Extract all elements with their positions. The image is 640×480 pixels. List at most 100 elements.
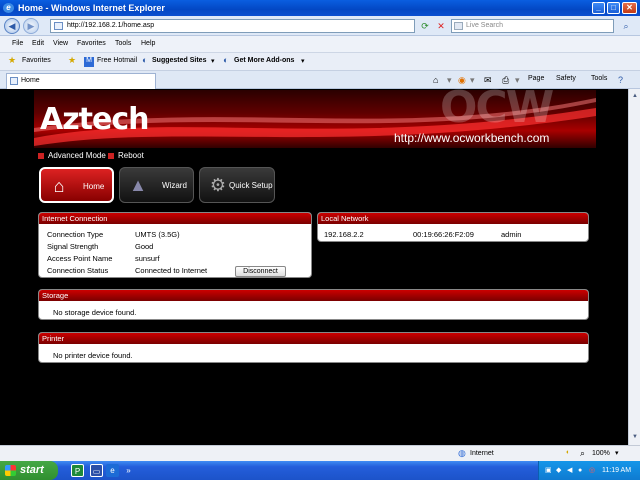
tab-label: Home [21,77,40,84]
quicklaunch-desktop-icon[interactable]: ▭ [90,464,103,477]
tray-network-icon[interactable]: ▣ [545,461,552,480]
zoom-level[interactable]: 100% [592,450,610,457]
apn-value: sunsurf [135,254,160,263]
storage-message: No storage device found. [53,308,137,317]
ie-icon: e [3,3,14,13]
refresh-icon[interactable]: ⟳ [418,19,432,33]
menu-help[interactable]: Help [141,40,155,47]
window-title: Home - Windows Internet Explorer [18,3,165,13]
signal-strength-label: Signal Strength [47,242,99,251]
connection-status-label: Connection Status [47,266,109,275]
panel-title: Storage [39,290,588,301]
quicklaunch-app-icon[interactable]: P [71,464,84,477]
connection-type-label: Connection Type [47,230,104,239]
stop-icon[interactable]: ✕ [434,19,448,33]
watermark-url: http://www.ocworkbench.com [394,131,550,145]
tray-app-icon[interactable]: ● [578,461,582,480]
page-icon [10,77,18,85]
nav-wizard-button[interactable]: ▲ Wizard [119,167,194,203]
scroll-down-icon[interactable]: ▼ [630,432,640,442]
house-icon: ⌂ [53,176,65,196]
zone-text: Internet [470,450,494,457]
client-mac: 00:19:66:26:F2:09 [413,230,474,239]
scroll-up-icon[interactable]: ▲ [630,91,640,101]
fav-suggested-sites[interactable]: Suggested Sites [152,57,206,64]
start-label: start [20,464,44,476]
favorites-bar: ★ Favorites ★ M Free Hotmail ◐ Suggested… [0,53,640,71]
minimize-button[interactable]: _ [592,2,605,14]
panel-title: Printer [39,333,588,344]
printer-panel: Printer No printer device found. [38,332,589,363]
connection-status-value: Connected to Internet [135,266,208,275]
tray-volume-icon[interactable]: ◀ [567,461,572,480]
menu-view[interactable]: View [53,40,68,47]
protected-mode-icon: ◐ [566,449,571,456]
tab-home[interactable]: Home [6,73,156,89]
menu-file[interactable]: File [12,40,23,47]
zoom-icon[interactable]: ⌕ [580,448,585,459]
apn-label: Access Point Name [47,254,113,263]
gear-icon: ⚙ [209,175,227,195]
tray-antivirus-icon[interactable]: ◎ [589,461,595,480]
clock[interactable]: 11:19 AM [602,461,631,480]
nav-wizard-label: Wizard [162,181,187,190]
nav-home-label: Home [83,182,105,191]
reboot-link[interactable]: Reboot [108,151,144,160]
system-tray: ▣ ◆ ◀ ● ◎ 11:19 AM [538,461,640,480]
chevron-down-icon[interactable]: ▾ [301,57,305,65]
suggested-sites-icon: ◐ [142,55,148,65]
fav-free-hotmail[interactable]: Free Hotmail [97,57,137,64]
help-icon[interactable]: ? [618,73,623,87]
globe-icon: ◍ [458,448,466,458]
advanced-mode-link[interactable]: Advanced Mode [38,151,106,160]
search-placeholder: Live Search [466,22,503,29]
tray-security-icon[interactable]: ◆ [556,461,561,480]
chevron-down-icon[interactable]: ▾ [211,57,215,65]
printer-message: No printer device found. [53,351,133,360]
address-text: http://192.168.2.1/home.asp [67,22,155,29]
client-ip: 192.168.2.2 [324,230,364,239]
search-box[interactable]: Live Search [451,19,614,33]
address-toolbar: ◀ ▶ http://192.168.2.1/home.asp ⟳ ✕ Live… [0,16,640,36]
page-menu[interactable]: Page [528,75,544,82]
menu-bar: File Edit View Favorites Tools Help [0,36,640,53]
connection-type-value: UMTS (3.5G) [135,230,180,239]
safety-menu[interactable]: Safety [556,75,576,82]
address-bar[interactable]: http://192.168.2.1/home.asp [50,19,415,33]
forward-button[interactable]: ▶ [23,18,39,34]
menu-edit[interactable]: Edit [32,40,44,47]
windows-logo-icon [5,465,16,476]
add-favorite-icon[interactable]: ★ [68,55,76,66]
live-search-icon [454,22,463,30]
start-button[interactable]: start [0,461,58,480]
search-icon[interactable]: ⌕ [619,19,633,33]
nav-quick-setup-label: Quick Setup [229,181,273,190]
wizard-icon: ▲ [129,175,147,195]
chevron-down-icon[interactable]: ▾ [615,449,619,457]
watermark-logo: OCW [440,82,554,133]
quicklaunch-ie-icon[interactable]: e [106,464,119,477]
home-icon[interactable]: ⌂ [433,73,438,87]
menu-favorites[interactable]: Favorites [77,40,106,47]
menu-tools[interactable]: Tools [115,40,131,47]
fav-get-more-addons[interactable]: Get More Add-ons [234,57,294,64]
back-button[interactable]: ◀ [4,18,20,34]
close-button[interactable]: ✕ [622,2,637,14]
disconnect-button[interactable]: Disconnect [235,266,286,277]
favorites-button[interactable]: Favorites [22,57,51,64]
window-title-bar: e Home - Windows Internet Explorer _ □ ✕ [0,0,640,16]
quicklaunch-expand-icon[interactable]: » [122,464,135,477]
signal-strength-value: Good [135,242,154,251]
maximize-button[interactable]: □ [607,2,620,14]
nav-quick-setup-button[interactable]: ⚙ Quick Setup [199,167,275,203]
star-icon: ★ [8,55,17,65]
vertical-scrollbar[interactable]: ▲ ▼ [628,89,640,445]
storage-panel: Storage No storage device found. [38,289,589,320]
addons-icon: ◐ [223,55,229,65]
nav-home-button[interactable]: ⌂ Home [39,167,114,203]
local-network-panel: Local Network 192.168.2.2 00:19:66:26:F2… [317,212,589,242]
brand-logo: Aztech [40,102,150,137]
hotmail-icon: M [84,57,94,67]
tools-menu[interactable]: Tools [591,75,607,82]
page-icon [54,22,63,30]
